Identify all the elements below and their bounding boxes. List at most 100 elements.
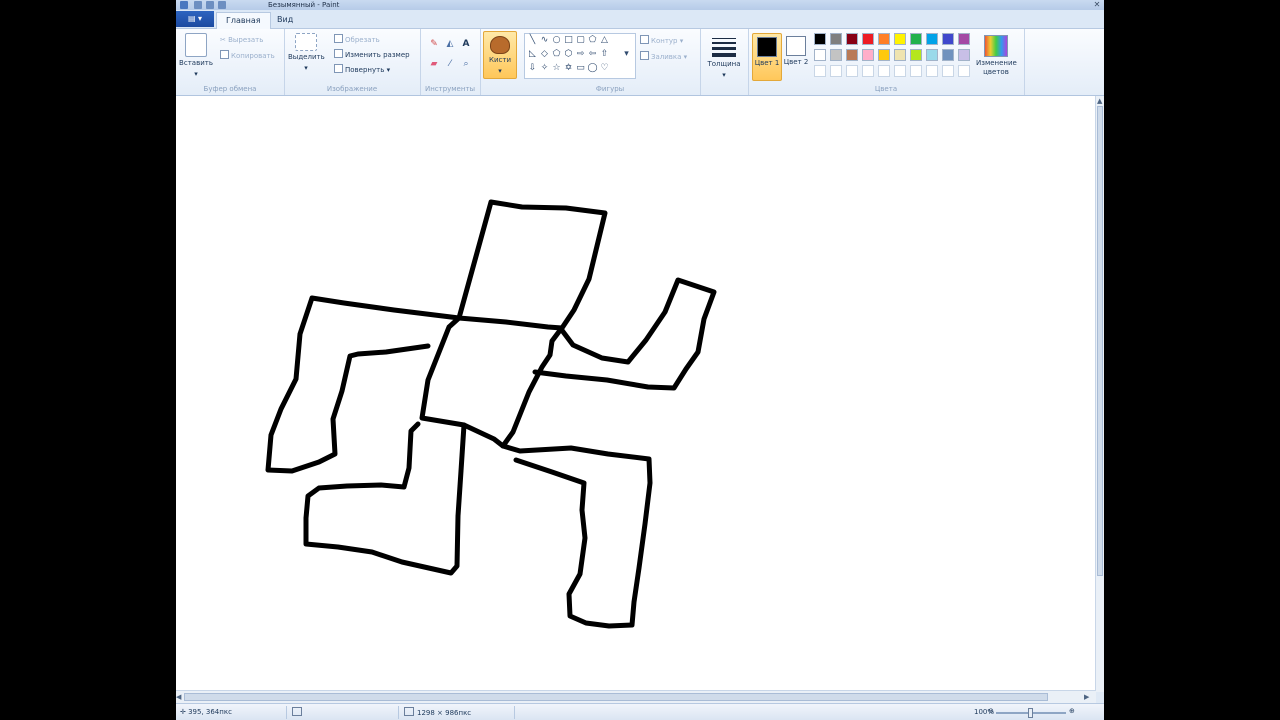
drawing-canvas[interactable] <box>176 96 1096 690</box>
curve-shape-icon[interactable]: ∿ <box>539 35 550 46</box>
shapes-scroll-icon[interactable]: ▾ <box>621 49 632 60</box>
palette-swatch[interactable] <box>926 33 938 45</box>
arrow-left-shape-icon[interactable]: ⇦ <box>587 49 598 60</box>
arrow-right-shape-icon[interactable]: ⇨ <box>575 49 586 60</box>
rotate-button[interactable]: Повернуть ▾ <box>334 64 390 75</box>
palette-swatch[interactable] <box>862 65 874 77</box>
heart-shape-icon[interactable]: ♡ <box>599 63 610 74</box>
palette-swatch[interactable] <box>910 65 922 77</box>
scroll-up-icon[interactable]: ▲ <box>1097 96 1102 106</box>
vertical-scrollbar[interactable]: ▲ <box>1095 96 1104 692</box>
tab-home[interactable]: Главная <box>216 12 271 29</box>
copy-button[interactable]: Копировать <box>220 50 275 61</box>
palette-swatch[interactable] <box>926 65 938 77</box>
fill-bucket-icon[interactable]: ◭ <box>444 39 456 49</box>
palette-swatch[interactable] <box>942 33 954 45</box>
right-triangle-shape-icon[interactable]: ◺ <box>527 49 538 60</box>
paint-window: Безымянный - Paint ✕ ▤ ▾ Главная Вид Вст… <box>176 0 1104 720</box>
palette-swatch[interactable] <box>894 33 906 45</box>
palette-swatch[interactable] <box>830 33 842 45</box>
eraser-icon[interactable]: ▰ <box>428 59 440 69</box>
horizontal-scrollbar[interactable]: ◀ ▶ <box>176 690 1096 703</box>
palette-swatch[interactable] <box>878 33 890 45</box>
select-button[interactable]: Выделить ▾ <box>288 33 325 73</box>
palette-swatch[interactable] <box>830 49 842 61</box>
close-window-icon[interactable]: ✕ <box>1090 0 1104 10</box>
palette-swatch[interactable] <box>878 49 890 61</box>
triangle-shape-icon[interactable]: △ <box>599 35 610 46</box>
palette-swatch[interactable] <box>942 49 954 61</box>
star-four-shape-icon[interactable]: ✧ <box>539 63 550 74</box>
crop-button[interactable]: Обрезать <box>334 34 380 45</box>
fill-button[interactable]: Заливка ▾ <box>640 51 687 62</box>
horizontal-scroll-thumb[interactable] <box>184 693 1048 701</box>
zoom-slider-knob[interactable] <box>1028 708 1033 718</box>
palette-swatch[interactable] <box>894 49 906 61</box>
ribbon-tab-bar: ▤ ▾ Главная Вид <box>176 10 1104 29</box>
palette-swatch[interactable] <box>830 65 842 77</box>
palette-swatch[interactable] <box>814 33 826 45</box>
palette-swatch[interactable] <box>926 49 938 61</box>
hexagon-shape-icon[interactable]: ⬡ <box>563 49 574 60</box>
rotate-icon <box>334 64 343 73</box>
color2-button[interactable]: Цвет 2 <box>782 33 810 79</box>
line-shape-icon[interactable]: ╲ <box>527 35 538 46</box>
arrow-down-shape-icon[interactable]: ⇩ <box>527 63 538 74</box>
palette-swatch[interactable] <box>958 65 970 77</box>
tab-view[interactable]: Вид <box>268 12 302 28</box>
file-menu-button[interactable]: ▤ ▾ <box>176 11 214 27</box>
star-five-shape-icon[interactable]: ☆ <box>551 63 562 74</box>
callout-rect-shape-icon[interactable]: ▭ <box>575 63 586 74</box>
text-tool-icon[interactable]: A <box>460 39 472 49</box>
callout-oval-shape-icon[interactable]: ◯ <box>587 63 598 74</box>
image-group-label: Изображение <box>326 85 378 93</box>
palette-swatch[interactable] <box>846 49 858 61</box>
color1-button[interactable]: Цвет 1 <box>752 33 782 81</box>
diamond-shape-icon[interactable]: ◇ <box>539 49 550 60</box>
palette-swatch[interactable] <box>910 33 922 45</box>
palette-swatch[interactable] <box>814 49 826 61</box>
palette-swatch[interactable] <box>862 49 874 61</box>
magnifier-icon[interactable]: ⌕ <box>460 59 472 69</box>
palette-swatch[interactable] <box>814 65 826 77</box>
title-bar: Безымянный - Paint ✕ <box>176 0 1104 10</box>
rounded-rectangle-shape-icon[interactable]: ▢ <box>575 35 586 46</box>
arrow-up-shape-icon[interactable]: ⇧ <box>599 49 610 60</box>
redo-icon[interactable] <box>218 1 226 9</box>
palette-swatch[interactable] <box>958 49 970 61</box>
paste-button[interactable]: Вставить ▾ <box>178 33 214 79</box>
palette-swatch[interactable] <box>846 33 858 45</box>
brushes-button[interactable]: Кисти ▾ <box>483 31 517 79</box>
polygon-shape-icon[interactable]: ⬠ <box>587 35 598 46</box>
rectangle-shape-icon[interactable]: □ <box>563 35 574 46</box>
outline-button[interactable]: Контур ▾ <box>640 35 683 46</box>
thickness-button[interactable]: Толщина ▾ <box>706 35 742 80</box>
star-six-shape-icon[interactable]: ✡ <box>563 63 574 74</box>
zoom-slider[interactable] <box>996 708 1066 718</box>
vertical-scroll-thumb[interactable] <box>1097 106 1103 576</box>
palette-swatch[interactable] <box>878 65 890 77</box>
scroll-right-icon[interactable]: ▶ <box>1084 692 1089 702</box>
edit-colors-button[interactable]: Изменение цветов <box>976 33 1017 77</box>
oval-shape-icon[interactable]: ○ <box>551 35 562 46</box>
scroll-left-icon[interactable]: ◀ <box>176 692 181 702</box>
palette-swatch[interactable] <box>894 65 906 77</box>
palette-swatch[interactable] <box>846 65 858 77</box>
pentagon-shape-icon[interactable]: ⬠ <box>551 49 562 60</box>
save-icon[interactable] <box>194 1 202 9</box>
undo-icon[interactable] <box>206 1 214 9</box>
cut-button[interactable]: ✂ Вырезать <box>220 35 263 45</box>
color-picker-icon[interactable]: ⁄ <box>444 59 456 69</box>
chevron-down-icon: ▾ <box>194 70 198 78</box>
palette-swatch[interactable] <box>910 49 922 61</box>
zoom-out-icon[interactable]: ⊖ <box>988 706 994 717</box>
pencil-icon[interactable]: ✎ <box>428 39 440 49</box>
zoom-in-icon[interactable]: ⊕ <box>1069 706 1075 717</box>
palette-swatch[interactable] <box>862 33 874 45</box>
paint-app-icon[interactable] <box>180 1 188 9</box>
palette-swatch[interactable] <box>958 33 970 45</box>
freehand-stroke-bottom-right-leg <box>500 443 653 629</box>
outline-label: Контур ▾ <box>651 37 684 45</box>
palette-swatch[interactable] <box>942 65 954 77</box>
resize-button[interactable]: Изменить размер <box>334 49 410 60</box>
